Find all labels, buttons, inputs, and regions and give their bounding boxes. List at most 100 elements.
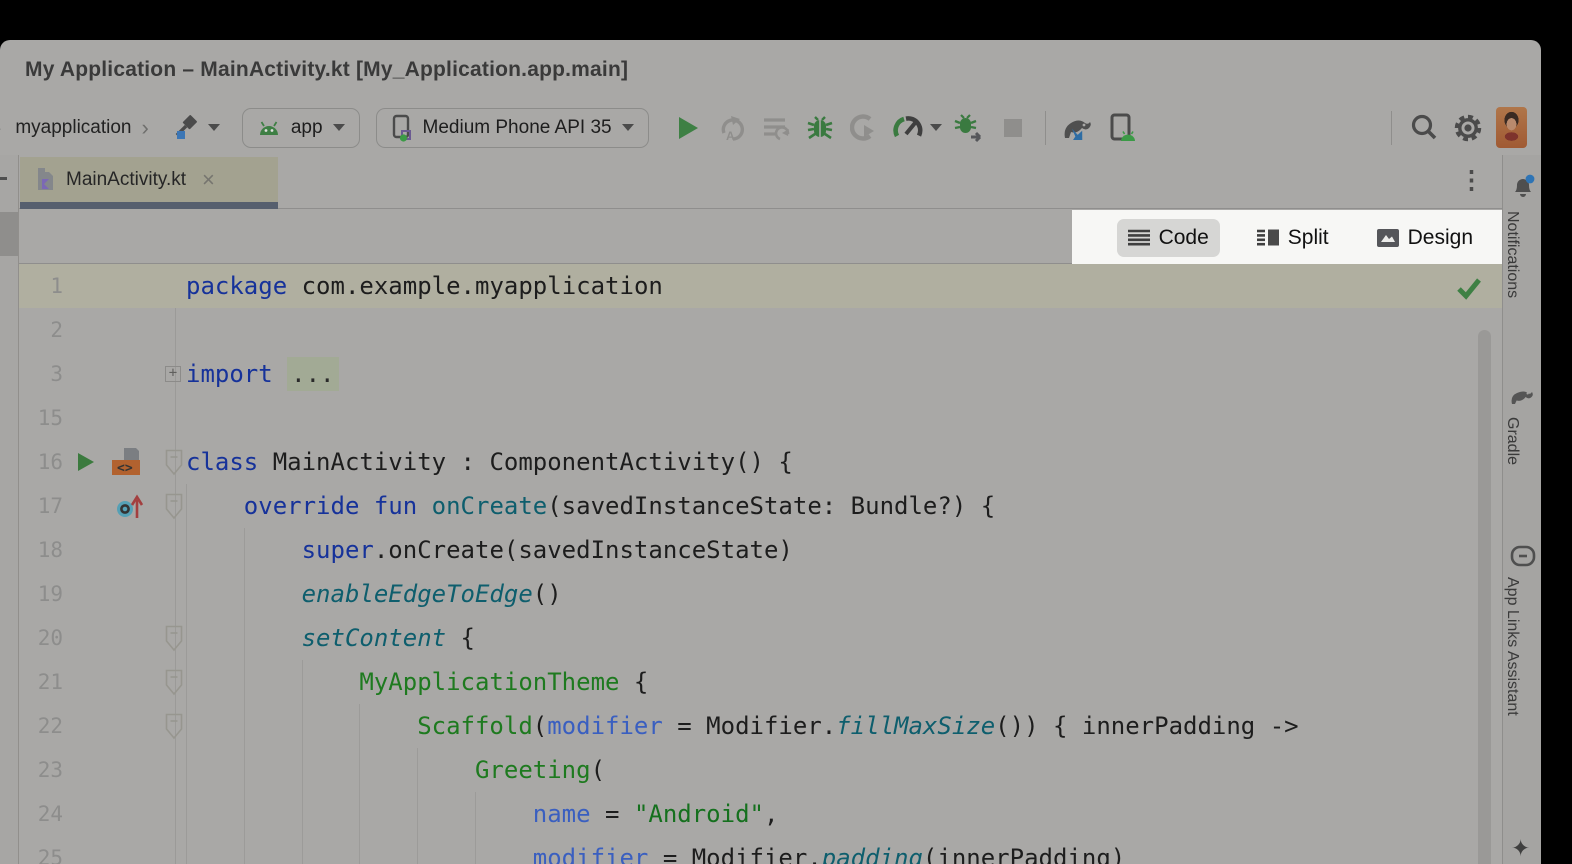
code-text: override fun onCreate(savedInstanceState… [186,484,995,528]
search-icon[interactable] [1407,111,1441,145]
line-number: 21 [19,660,63,704]
mode-button-design[interactable]: Design [1366,219,1484,257]
tab-label: MainActivity.kt [66,169,186,191]
line-number: 18 [19,528,63,572]
build-dropdown-caret[interactable] [208,124,220,131]
android-studio-window: My Application – MainActivity.kt [My_App… [0,40,1541,864]
code-text: name = "Android", [186,792,778,836]
code-line[interactable]: 25 modifier = Modifier.padding(innerPadd… [19,836,1502,864]
profile-button[interactable] [847,111,881,145]
app-links-icon[interactable] [1510,543,1536,574]
code-line[interactable]: 24 name = "Android", [19,792,1502,836]
debug-button[interactable] [803,111,837,145]
bell-icon[interactable] [1510,173,1536,204]
gemini-sparkle-icon[interactable]: ✦ [1511,835,1530,862]
code-editor[interactable]: 1package com.example.myapplication2 +3 im… [19,264,1502,864]
line-number: 20 [19,616,63,660]
device-selector-caret [622,124,634,131]
line-number: 16 [19,440,63,484]
code-line[interactable]: +3 import ... [19,352,1502,396]
right-tool-window-stripe: Notifications Gradle App Links Assistant [1502,155,1541,864]
attach-debugger-icon[interactable] [952,111,986,145]
stripe-selection-block [0,212,18,256]
fold-collapse-icon[interactable] [165,704,183,748]
code-text: class MainActivity : ComponentActivity()… [186,440,793,484]
svg-text:<>: <> [117,461,133,476]
stripe-item-app-links-assistant[interactable]: App Links Assistant [1503,577,1541,716]
settings-gear-icon[interactable] [1451,111,1485,145]
line-number: 25 [19,836,63,864]
code-line[interactable]: 18 super.onCreate(savedInstanceState) [19,528,1502,572]
code-view-icon [1128,229,1150,246]
code-text: Scaffold(modifier = Modifier.fillMaxSize… [186,704,1299,748]
tab-mainactivity[interactable]: MainActivity.kt × [20,157,278,202]
profiler-gauge-icon[interactable] [891,111,925,145]
code-text: super.onCreate(savedInstanceState) [186,528,793,572]
tab-close-icon[interactable]: × [202,169,215,191]
fold-collapse-icon[interactable] [165,484,183,528]
code-line[interactable]: 19 enableEdgeToEdge() [19,572,1502,616]
apply-changes-restart-icon[interactable]: A [715,111,749,145]
line-number: 1 [19,264,63,308]
stripe-item-notifications[interactable]: Notifications [1503,211,1541,298]
editor-tab-bar: MainActivity.kt × ⋮ [19,155,1502,209]
code-text: enableEdgeToEdge() [186,572,562,616]
code-line[interactable]: 21 MyApplicationTheme { [19,660,1502,704]
mode-label: Split [1288,226,1329,250]
run-gutter-icon[interactable] [76,440,96,484]
device-selector-label: Medium Phone API 35 [423,117,612,139]
code-line[interactable]: 22 Scaffold(modifier = Modifier.fillMaxS… [19,704,1502,748]
device-manager-icon[interactable] [1105,111,1139,145]
line-number: 3 [19,352,63,396]
overriding-method-gutter-icon[interactable] [115,484,145,528]
code-text: modifier = Modifier.padding(innerPadding… [186,836,1125,864]
line-number: 22 [19,704,63,748]
build-hammer-icon[interactable] [169,111,203,145]
profiler-dropdown-caret[interactable] [930,124,942,131]
breadcrumb-chevron-icon: › [0,115,1,141]
fold-collapse-icon[interactable] [165,616,183,660]
fold-collapse-icon[interactable] [165,660,183,704]
apply-code-changes-icon[interactable] [759,111,793,145]
code-line[interactable]: 2 [19,308,1502,352]
mode-button-code[interactable]: Code [1117,219,1220,257]
mode-button-split[interactable]: Split [1246,219,1340,257]
left-tool-window-stripe[interactable] [0,155,19,864]
module-selector-caret [333,124,345,131]
device-selector[interactable]: Medium Phone API 35 [376,108,649,148]
kotlin-file-icon [34,167,56,193]
compose-preview-gutter-icon[interactable]: <> [107,440,143,484]
stripe-item-gradle[interactable]: Gradle [1503,417,1541,465]
tab-options-kebab-icon[interactable]: ⋮ [1459,165,1484,195]
stop-button[interactable] [996,111,1030,145]
code-line[interactable]: <> 16 class MainActivity : ComponentActiv… [19,440,1502,484]
line-number: 2 [19,308,63,352]
tab-active-underline [20,202,278,209]
android-robot-icon [257,120,281,136]
window-title: My Application – MainActivity.kt [My_App… [25,58,628,82]
mode-label: Design [1408,226,1473,250]
code-line[interactable]: 1package com.example.myapplication [19,264,1502,308]
code-text: setContent { [186,616,475,660]
fold-expand-icon[interactable]: + [165,352,181,396]
code-line[interactable]: 23 Greeting( [19,748,1502,792]
module-selector[interactable]: app [242,108,360,148]
line-number: 23 [19,748,63,792]
breadcrumb[interactable]: myapplication [15,117,131,139]
module-selector-label: app [291,117,323,139]
inspection-ok-check-icon[interactable] [1456,276,1482,305]
editor-mode-switcher: Code Split [1072,210,1502,265]
toolbar-separator [1045,111,1046,145]
gradle-elephant-icon[interactable] [1510,385,1535,412]
sync-gradle-icon[interactable] [1061,111,1095,145]
user-avatar[interactable] [1496,107,1527,148]
code-text: import ... [186,352,339,396]
editor-header: Code Split [19,209,1502,264]
code-line[interactable]: 17 override fun onCreate(savedInstanceSt… [19,484,1502,528]
toolbar-separator [1391,111,1392,145]
code-line[interactable]: 15 [19,396,1502,440]
code-line[interactable]: 20 setContent { [19,616,1502,660]
run-button[interactable] [671,111,705,145]
fold-collapse-icon[interactable] [165,440,183,484]
editor-scrollbar[interactable] [1478,330,1491,864]
